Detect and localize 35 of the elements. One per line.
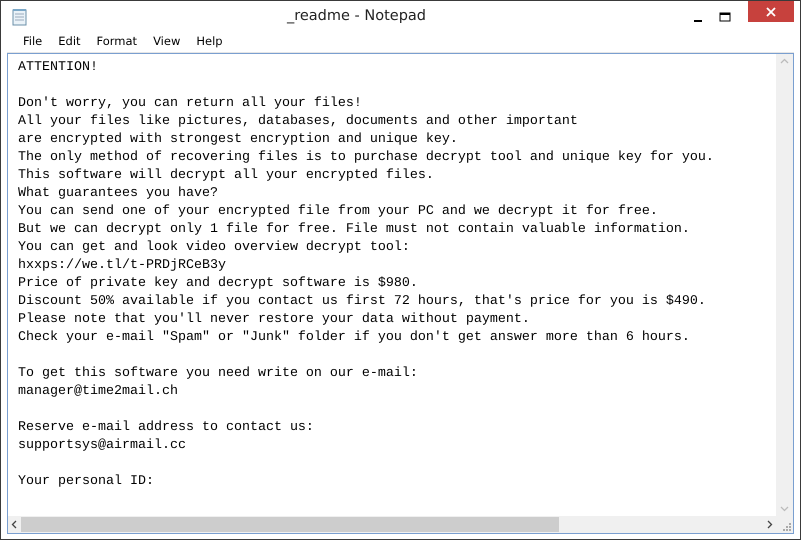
text-line: ATTENTION! — [18, 59, 99, 77]
window-title: _readme - Notepad — [286, 6, 428, 26]
scrollbar-thumb[interactable] — [21, 517, 559, 532]
text-line: hxxps://we.tl/t-PRDjRCeB3y — [18, 257, 227, 275]
scroll-left-icon[interactable] — [11, 520, 17, 529]
menu-item[interactable]: View — [145, 33, 188, 51]
minimize-icon — [694, 20, 702, 22]
text-line: manager@time2mail.ch — [18, 383, 179, 401]
text-line: Don't worry, you can return all your files! — [18, 95, 363, 113]
close-icon — [766, 6, 776, 16]
text-line: Reserve e-mail address to contact us: — [18, 419, 315, 437]
text-line: Please note that you'll never restore your data without payment. — [18, 311, 531, 329]
maximize-icon — [718, 12, 730, 22]
close-button[interactable] — [748, 1, 794, 22]
text-line: But we can decrypt only 1 file for free. File must not contain valuable information. — [18, 221, 691, 239]
text-line: Price of private key and decrypt software is $980. — [18, 275, 419, 293]
text-line: This software will decrypt all your encrypted files. — [18, 167, 435, 185]
text-line: are encrypted with strongest encryption and unique key. — [18, 131, 459, 149]
menu-item[interactable]: Edit — [50, 33, 89, 51]
text-line: All your files like pictures, databases, documents and other important — [18, 113, 579, 131]
text-line: Check your e-mail "Spam" or "Junk" folder if you don't get answer more than 6 hours. — [18, 329, 691, 347]
menu-item[interactable]: Format — [88, 33, 146, 51]
notepad-icon — [11, 8, 29, 26]
text-line: You can send one of your encrypted file from your PC and we decrypt it for free. — [18, 203, 659, 221]
resize-grip-icon[interactable] — [783, 523, 791, 531]
text-line: The only method of recovering files is to purchase decrypt tool and unique key for you. — [18, 149, 715, 167]
menu-item[interactable]: File — [15, 33, 50, 51]
scroll-right-icon[interactable] — [767, 520, 773, 529]
text-line: Your personal ID: — [18, 473, 155, 491]
text-line: What guarantees you have? — [18, 185, 219, 203]
text-line: supportsys@airmail.cc — [18, 437, 187, 455]
text-line: To get this software you need write on our e-mail: — [18, 365, 419, 383]
text-line: You can get and look video overview decrypt tool: — [18, 239, 411, 257]
text-line: Discount 50% available if you contact us first 72 hours, that's price for you is $490. — [18, 293, 707, 311]
menu-item[interactable]: Help — [188, 33, 231, 51]
